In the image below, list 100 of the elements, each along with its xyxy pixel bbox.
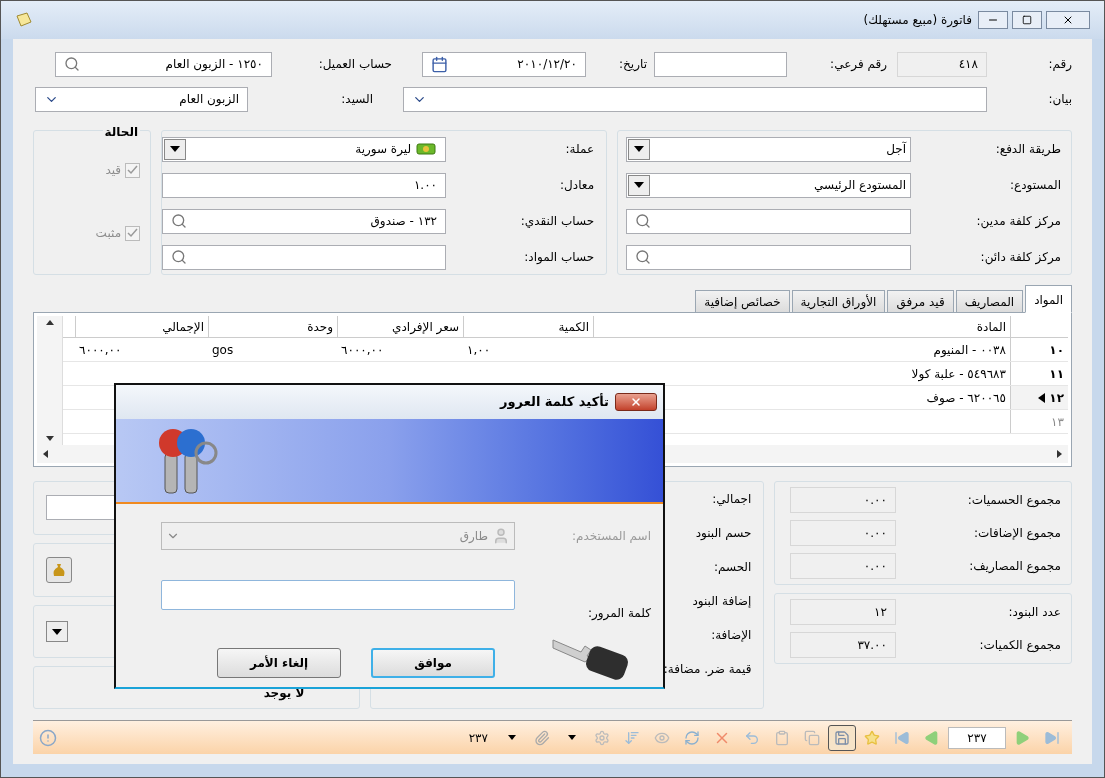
field-label: إضافة البنود [692,593,752,610]
table-cell-text: ٠٠٣٨ - المنيوم [933,341,1006,359]
field-label: مركز كلفة مدين: [975,213,1061,230]
rate-field[interactable]: ١.٠٠ [162,172,447,198]
field-label: حسم البنود [695,525,752,542]
column-header[interactable]: الإجمالي [75,316,208,337]
column-header[interactable]: الكمية [463,316,593,337]
money-bag-icon [51,561,67,578]
field-label: بيان: [1047,91,1072,108]
lookup-field[interactable] [626,208,911,234]
currency-dropdown[interactable]: ليرة سورية [162,136,447,162]
tab[interactable]: المواد [1025,285,1072,313]
column-header[interactable]: وحدة [208,316,337,337]
dialog-button[interactable]: موافق [371,648,495,678]
dialog-close-button[interactable] [615,393,657,411]
row-number: ١١ [1049,365,1064,383]
table-cell-text: ٦٢٠٠٦٥ - صوف [926,389,1006,407]
field-label: مجموع الحسميات: [966,492,1061,509]
total-field: ٠.٠٠ [790,487,896,513]
dialog-button[interactable]: إلغاء الأمر [217,648,341,678]
field-label: الحسم: [713,559,752,576]
info-icon[interactable] [39,728,57,747]
search-icon [635,249,651,265]
note-icon [15,12,33,28]
field-label: اجمالي: [712,491,752,508]
vertical-scrollbar[interactable] [37,316,63,445]
maximize-icon [1022,15,1032,25]
search-icon [64,56,80,72]
tab[interactable]: خصائص إضافية [695,290,790,313]
field-label: طريقة الدفع: [994,141,1061,158]
field-label: رقم فرعي: [829,56,888,73]
window-title: فاتورة (مبيع مستهلك) [863,12,972,29]
current-row-marker-icon [1038,392,1046,403]
count-field: ١٢ [790,599,896,625]
search-icon [171,249,188,265]
column-header[interactable]: المادة [593,316,1010,337]
maximize-button[interactable] [1012,11,1042,29]
column-header[interactable]: سعر الإفرادي [337,316,463,337]
scroll-down-icon[interactable] [45,436,54,441]
lookup-field[interactable] [162,244,447,270]
record-field[interactable]: ٢٣٧ [948,726,1006,749]
field-label: حساب العميل: [317,56,393,73]
tab[interactable]: قيد مرفق [887,290,954,313]
dropdown-field[interactable]: آجل [626,136,911,162]
calendar-icon [431,55,448,73]
username-label: اسم المستخدم: [571,528,651,545]
field-label: حساب النقدي: [519,213,595,230]
table-cell-text: ٦٠٠٠,٠٠ [341,341,384,359]
row-header[interactable]: ١٢ [1010,386,1068,409]
row-number: ١٢ [1049,389,1064,407]
password-label: كلمة المرور: [586,605,651,622]
customer-account-field[interactable]: ١٢٥٠ - الزبون العام [55,51,272,77]
field-label: معادل: [559,177,595,194]
field-label: عملة: [564,141,595,158]
tab[interactable]: المصاريف [955,290,1024,313]
table-cell-text: ١,٠٠ [467,341,491,359]
checkbox-label: مثبت [95,225,122,242]
field-label: قيمة ضر. مضافة: [663,661,752,678]
money-bag-button[interactable] [46,556,72,583]
table-cell-text: gos [212,341,234,359]
minimize-button[interactable] [978,11,1008,29]
dropdown-field[interactable]: المستودع الرئيسي [626,172,911,198]
number-field: ٤١٨ [897,51,987,77]
field-label: تاريخ: [618,56,648,73]
statement-field[interactable] [403,86,987,112]
password-field[interactable] [161,580,515,610]
field-label: الإضافة: [711,627,752,644]
field-label: المستودع: [1009,177,1061,194]
table-cell-text: ٥٤٩٦٨٣ - علبة كولا [911,365,1006,383]
total-field: ٠.٠٠ [790,520,896,546]
field-label: حساب المواد: [523,249,595,266]
money-icon [415,140,438,158]
scroll-right-icon[interactable] [1057,450,1062,458]
field-label: رقم: [1047,56,1072,73]
close-icon [1062,14,1074,26]
close-button[interactable] [1046,11,1090,29]
count-field: ٣٧.٠٠ [790,632,896,658]
date-field[interactable]: ٢٠١٠/١٢/٢٠ [422,51,586,77]
lookup-field[interactable] [626,244,911,270]
tab[interactable]: الأوراق التجارية [791,290,886,313]
table-cell-text: ٦٠٠٠,٠٠ [79,341,122,359]
lookup-field[interactable]: ١٣٢ - صندوق [162,208,447,234]
search-icon [635,213,651,229]
search-icon [171,213,188,229]
dialog-title: تأكيد كلمة العرور [500,392,609,412]
row-number: ١٣ [1051,413,1064,431]
scroll-left-icon[interactable] [43,450,48,458]
field-label: مجموع الكميات: [978,637,1061,654]
field-label: مركز كلفة دائن: [979,249,1061,266]
total-field: ٠.٠٠ [790,553,896,579]
field-label: مجموع الإضافات: [972,525,1061,542]
save-button[interactable] [828,724,856,751]
checkbox-label: قيد [105,162,122,179]
field-label: مجموع المصاريف: [968,558,1061,575]
field-label: السيد: [340,91,374,108]
record-number: ٢٣٧ [467,729,489,747]
sub-number-field[interactable] [654,51,787,77]
mister-dropdown[interactable]: الزبون العام [35,86,248,112]
scroll-up-icon[interactable] [45,320,54,325]
field-label: عدد البنود: [1007,604,1061,621]
